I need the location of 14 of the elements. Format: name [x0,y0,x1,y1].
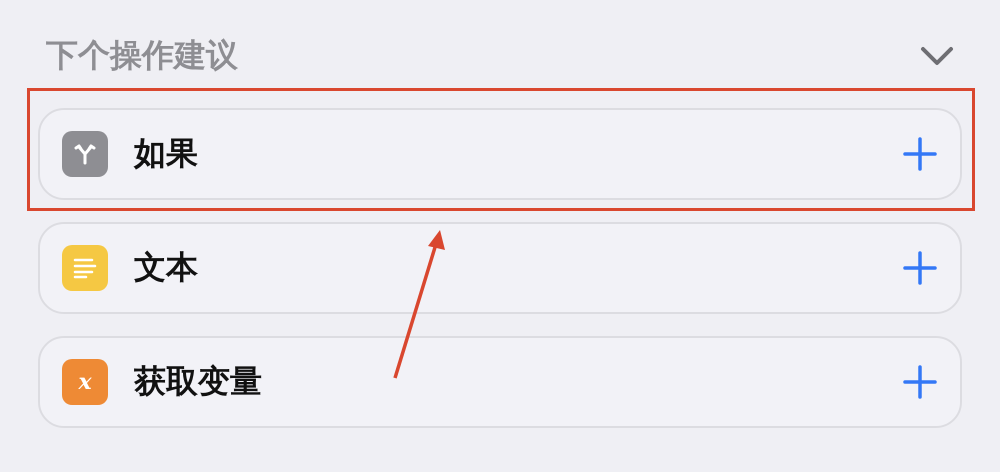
add-button[interactable] [902,250,938,286]
text-lines-icon [72,257,98,279]
add-button[interactable] [902,136,938,172]
action-label: 如果 [134,133,199,174]
chevron-icon[interactable] [920,46,954,66]
action-label: 文本 [134,247,199,288]
section-title: 下个操作建议 [46,35,238,76]
variable-glyph: x [78,371,92,393]
action-row[interactable]: 文本 [38,222,962,314]
branch-icon [73,142,97,166]
action-label: 获取变量 [134,361,263,402]
action-row[interactable]: 如果 [38,108,962,200]
add-button[interactable] [902,364,938,400]
action-row[interactable]: x 获取变量 [38,336,962,428]
